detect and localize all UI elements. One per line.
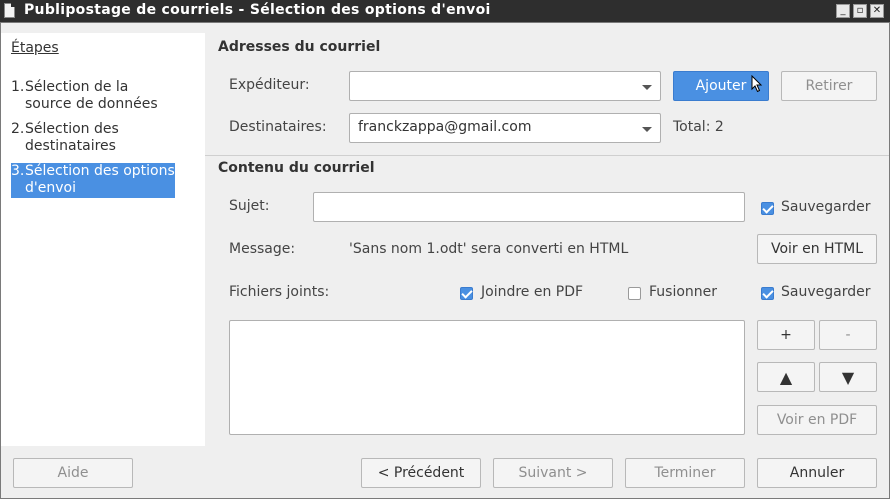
- subject-save-checkbox[interactable]: [761, 202, 774, 215]
- recipients-value: franckzappa@gmail.com: [358, 119, 532, 135]
- sender-label: Expéditeur:: [229, 77, 310, 93]
- view-pdf-button[interactable]: Voir en PDF: [757, 405, 877, 435]
- step-send-options[interactable]: 3. Sélection des options d'envoi: [11, 163, 175, 198]
- minimize-icon[interactable]: _: [836, 4, 850, 18]
- view-html-button[interactable]: Voir en HTML: [757, 234, 877, 264]
- recipients-total: Total: 2: [673, 119, 724, 135]
- cancel-button[interactable]: Annuler: [757, 458, 877, 488]
- remove-button[interactable]: Retirer: [781, 71, 877, 101]
- subject-input[interactable]: [313, 192, 745, 222]
- maximize-icon[interactable]: ▫: [853, 4, 867, 18]
- previous-button[interactable]: < Précédent: [361, 458, 481, 488]
- step-label: Sélection de la source de données: [25, 79, 158, 112]
- section-divider: [205, 155, 889, 156]
- document-icon: [4, 3, 15, 18]
- subject-save-label: Sauvegarder: [781, 199, 871, 215]
- attachments-list[interactable]: [229, 320, 745, 435]
- chevron-down-icon: [642, 85, 652, 90]
- title-bar: Publipostage de courriels - Sélection de…: [0, 0, 890, 22]
- step-number: 1.: [11, 79, 25, 95]
- join-pdf-checkbox[interactable]: [460, 287, 473, 300]
- step-recipients[interactable]: 2. Sélection des destinataires: [11, 121, 175, 155]
- window-title: Publipostage de courriels - Sélection de…: [24, 2, 491, 18]
- addresses-section-title: Adresses du courriel: [218, 39, 381, 55]
- mouse-cursor-icon: [751, 75, 763, 93]
- attachments-save-checkbox[interactable]: [761, 287, 774, 300]
- finish-button[interactable]: Terminer: [625, 458, 745, 488]
- merge-checkbox[interactable]: [628, 287, 641, 300]
- chevron-down-icon: [642, 127, 652, 132]
- step-number: 2.: [11, 121, 25, 137]
- merge-label: Fusionner: [649, 284, 718, 300]
- next-button[interactable]: Suivant >: [493, 458, 613, 488]
- step-label: Sélection des options d'envoi: [25, 163, 175, 196]
- remove-attachment-button[interactable]: -: [819, 320, 877, 350]
- recipients-combobox[interactable]: franckzappa@gmail.com: [349, 113, 661, 143]
- move-up-button[interactable]: ▲: [757, 362, 815, 392]
- step-label: Sélection des destinataires: [25, 121, 119, 154]
- subject-label: Sujet:: [229, 198, 270, 214]
- recipients-label: Destinataires:: [229, 119, 327, 135]
- attachments-save-label: Sauvegarder: [781, 284, 871, 300]
- message-label: Message:: [229, 241, 296, 257]
- message-text: 'Sans nom 1.odt' sera converti en HTML: [349, 241, 629, 257]
- step-data-source[interactable]: 1. Sélection de la source de données: [11, 79, 175, 113]
- close-icon[interactable]: ✕: [870, 4, 884, 18]
- help-button[interactable]: Aide: [13, 458, 133, 488]
- join-pdf-label: Joindre en PDF: [481, 284, 584, 300]
- attachments-label: Fichiers joints:: [229, 284, 330, 300]
- content-section-title: Contenu du courriel: [218, 160, 375, 176]
- add-attachment-button[interactable]: +: [757, 320, 815, 350]
- sender-combobox[interactable]: [349, 71, 661, 101]
- move-down-button[interactable]: ▼: [819, 362, 877, 392]
- steps-title: Étapes: [11, 40, 59, 56]
- step-number: 3.: [11, 163, 25, 179]
